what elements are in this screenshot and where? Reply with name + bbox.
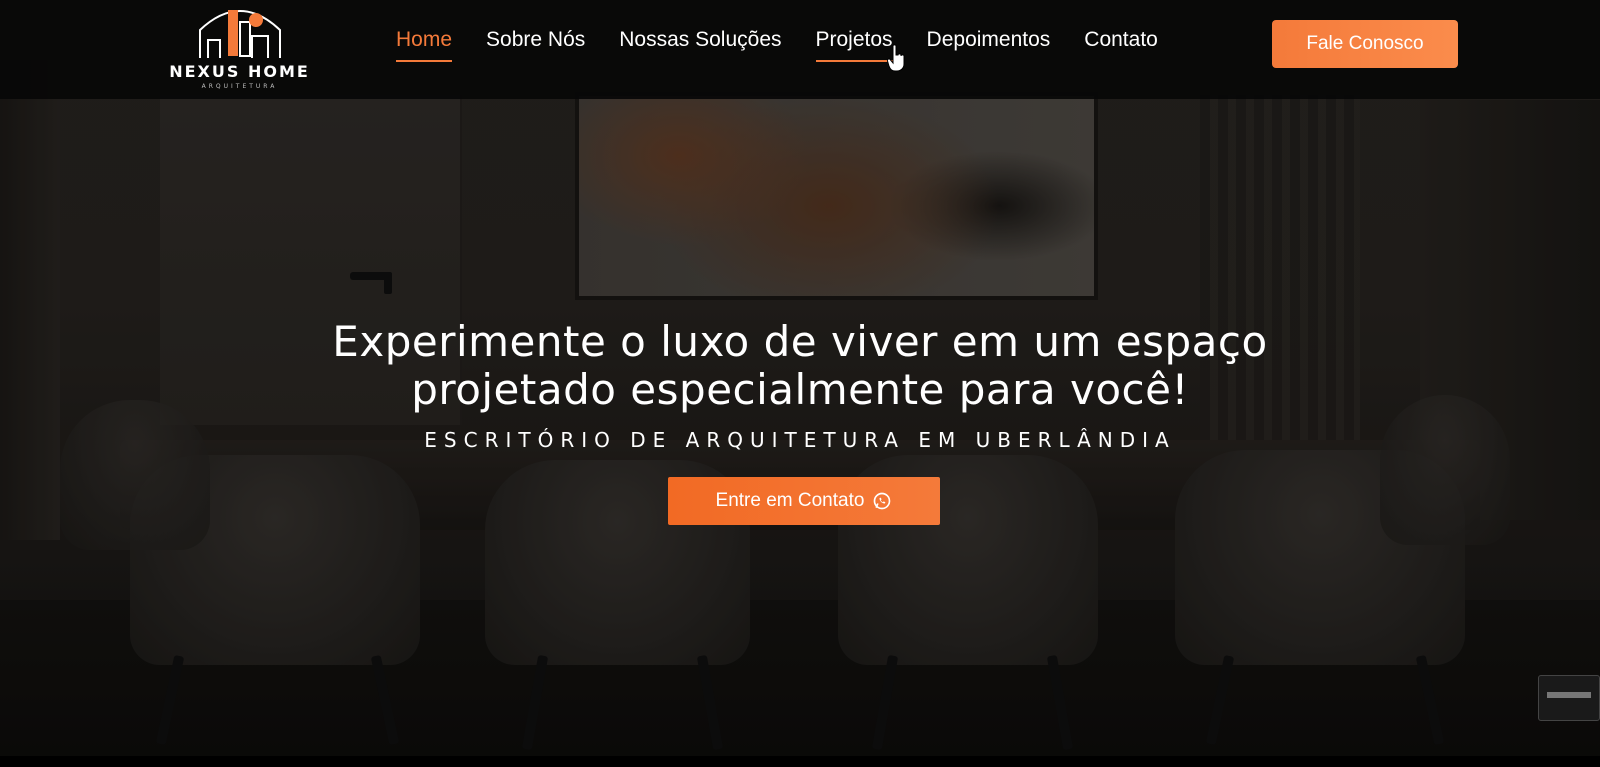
page: Experimente o luxo de viver em um espaço… [0,0,1600,767]
nav-item-projetos[interactable]: Projetos [815,28,893,62]
nav-item-home[interactable]: Home [396,28,453,62]
nav-item-depoimentos[interactable]: Depoimentos [927,28,1051,62]
hero-headline-line1: Experimente o luxo de viver em um espaço [332,317,1268,366]
hero-subtitle: ESCRITÓRIO DE ARQUITETURA EM UBERLÂNDIA [424,428,1176,452]
brand-logo[interactable]: NEXUS HOME ARQUITETURA [152,0,327,95]
main-nav: Home Sobre Nós Nossas Soluções Projetos … [396,28,1158,62]
fale-conosco-button[interactable]: Fale Conosco [1272,20,1458,68]
hero-headline-line2: projetado especialmente para você! [411,365,1189,414]
bottom-strip [0,756,1600,767]
contact-cta-button[interactable]: Entre em Contato [668,477,940,525]
hero-headline: Experimente o luxo de viver em um espaço… [150,318,1450,414]
house-logo-icon [199,10,281,58]
hand-pointer-cursor-icon [887,44,905,72]
brand-tagline: ARQUITETURA [201,83,278,90]
nav-item-sobre-nos[interactable]: Sobre Nós [486,28,585,62]
whatsapp-icon [874,492,891,510]
nav-item-nossas-solucoes[interactable]: Nossas Soluções [619,28,781,62]
screen-thumbnail[interactable] [1538,675,1600,721]
nav-item-contato[interactable]: Contato [1084,28,1158,62]
contact-cta-label: Entre em Contato [715,490,865,511]
brand-name: NEXUS HOME [169,62,310,81]
top-navbar: NEXUS HOME ARQUITETURA Home Sobre Nós No… [0,0,1600,99]
